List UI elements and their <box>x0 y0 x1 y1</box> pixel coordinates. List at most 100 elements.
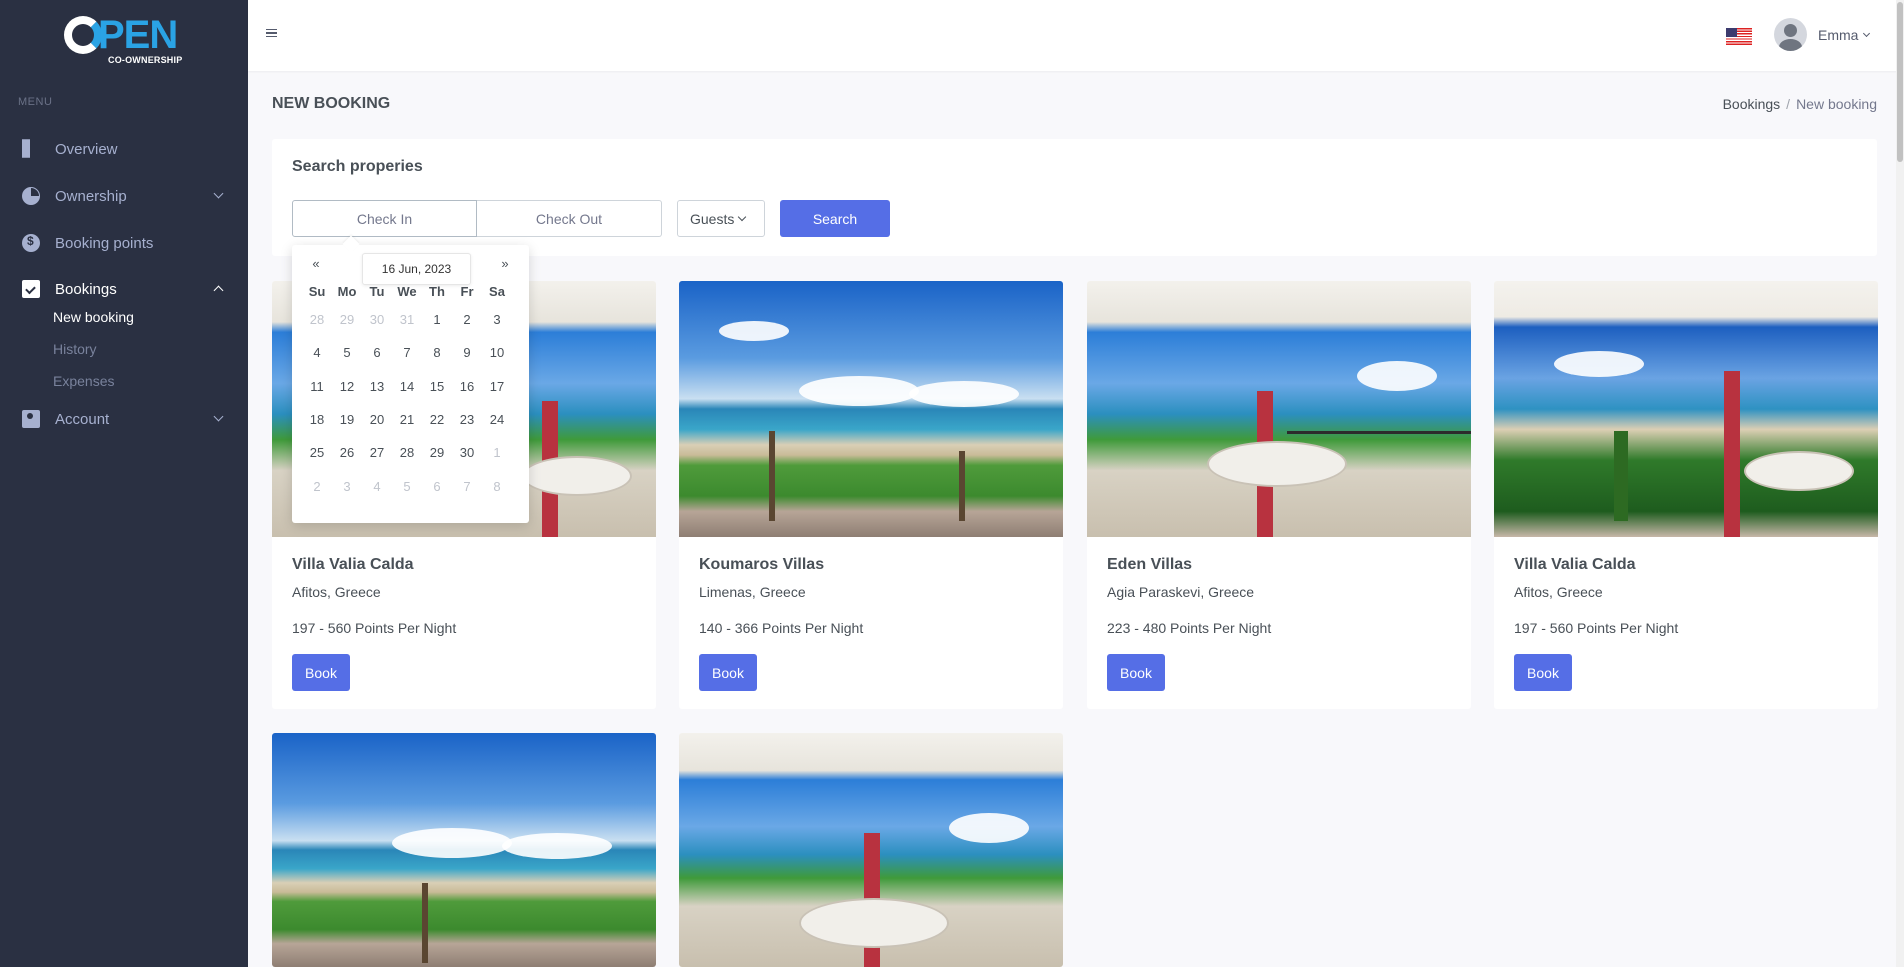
calendar-day[interactable]: 2 <box>302 469 332 502</box>
calendar-day[interactable]: 4 <box>362 469 392 502</box>
calendar-day[interactable]: 7 <box>392 336 422 369</box>
book-button[interactable]: Book <box>292 654 350 691</box>
calendar-check-icon <box>22 280 40 298</box>
chevron-up-icon <box>213 285 224 296</box>
sidebar-item-label: Account <box>55 410 110 428</box>
scrollbar[interactable] <box>1896 0 1904 967</box>
calendar-day[interactable]: 15 <box>422 370 452 403</box>
property-name: Villa Valia Calda <box>292 556 414 573</box>
calendar-day[interactable]: 27 <box>362 436 392 469</box>
calendar-day[interactable]: 6 <box>362 336 392 369</box>
chevron-down-icon <box>738 212 747 221</box>
breadcrumb-bookings[interactable]: Bookings <box>1723 96 1781 112</box>
calendar-day[interactable]: 18 <box>302 403 332 436</box>
calendar-day[interactable]: 29 <box>332 303 362 336</box>
sidebar-item-bookings[interactable]: Bookings <box>0 269 248 309</box>
calendar-day[interactable]: 8 <box>422 336 452 369</box>
calendar-day[interactable]: 3 <box>332 469 362 502</box>
sidebar-subitem-history[interactable]: History <box>53 341 97 357</box>
calendar-day[interactable]: 6 <box>422 469 452 502</box>
property-image[interactable] <box>1087 281 1471 537</box>
grid-icon <box>22 139 40 158</box>
calendar-day[interactable]: 24 <box>482 403 512 436</box>
sidebar-item-label: Bookings <box>55 280 117 298</box>
search-card: Search properies Check In Check Out Gues… <box>272 139 1877 256</box>
calendar-day[interactable]: 29 <box>422 436 452 469</box>
us-flag-icon[interactable] <box>1726 28 1752 45</box>
calendar-day[interactable]: 14 <box>392 370 422 403</box>
weekday-header: Mo <box>337 283 357 299</box>
calendar-day[interactable]: 26 <box>332 436 362 469</box>
chevron-down-icon[interactable] <box>1862 29 1871 38</box>
account-icon <box>22 410 40 428</box>
calendar-day[interactable]: 28 <box>392 436 422 469</box>
brand-logo[interactable]: PEN CO-OWNERSHIP <box>64 14 184 65</box>
calendar-day[interactable]: 3 <box>482 303 512 336</box>
calendar-day[interactable]: 16 <box>452 370 482 403</box>
property-image[interactable] <box>679 733 1063 967</box>
book-button[interactable]: Book <box>1107 654 1165 691</box>
sidebar-item-overview[interactable]: Overview <box>0 129 248 169</box>
calendar-day[interactable]: 4 <box>302 336 332 369</box>
book-button[interactable]: Book <box>699 654 757 691</box>
property-points: 223 - 480 Points Per Night <box>1107 620 1272 636</box>
avatar[interactable] <box>1774 18 1807 51</box>
sidebar-item-ownership[interactable]: Ownership <box>0 176 248 216</box>
coin-icon <box>22 234 40 252</box>
pie-chart-icon <box>22 187 40 205</box>
property-points: 140 - 366 Points Per Night <box>699 620 864 636</box>
calendar-day[interactable]: 5 <box>332 336 362 369</box>
calendar-day[interactable]: 17 <box>482 370 512 403</box>
calendar-day[interactable]: 31 <box>392 303 422 336</box>
scrollbar-thumb[interactable] <box>1897 2 1903 162</box>
property-location: Afitos, Greece <box>292 584 381 600</box>
property-points: 197 - 560 Points Per Night <box>292 620 457 636</box>
calendar-day[interactable]: 1 <box>482 436 512 469</box>
sidebar-item-account[interactable]: Account <box>0 399 248 439</box>
property-location: Limenas, Greece <box>699 584 806 600</box>
sidebar-subitem-expenses[interactable]: Expenses <box>53 373 114 389</box>
calendar-day[interactable]: 20 <box>362 403 392 436</box>
property-card: Eden Villas Agia Paraskevi, Greece 223 -… <box>1087 281 1471 709</box>
calendar-day[interactable]: 12 <box>332 370 362 403</box>
calendar-day[interactable]: 8 <box>482 469 512 502</box>
property-image[interactable] <box>272 733 656 967</box>
guests-dropdown[interactable]: Guests <box>677 200 765 237</box>
calendar-day[interactable]: 7 <box>452 469 482 502</box>
calendar-day[interactable]: 22 <box>422 403 452 436</box>
property-location: Agia Paraskevi, Greece <box>1107 584 1255 600</box>
calendar-day[interactable]: 25 <box>302 436 332 469</box>
calendar-day[interactable]: 13 <box>362 370 392 403</box>
calendar-day[interactable]: 1 <box>422 303 452 336</box>
calendar-day[interactable]: 21 <box>392 403 422 436</box>
datepicker-grid: Su Mo Tu We Th Fr Sa 28 29 30 31 1 2 3 4 5 6 7 8 9 10 11 12 13 1… <box>302 279 512 503</box>
user-name[interactable]: Emma <box>1818 27 1858 43</box>
calendar-day[interactable]: 10 <box>482 336 512 369</box>
calendar-day[interactable]: 11 <box>302 370 332 403</box>
calendar-day[interactable]: 28 <box>302 303 332 336</box>
calendar-day[interactable]: 30 <box>452 436 482 469</box>
menu-toggle-icon[interactable] <box>266 29 277 37</box>
property-card <box>679 733 1063 967</box>
datepicker-prev-button[interactable]: « <box>306 256 326 271</box>
guests-label: Guests <box>690 210 735 227</box>
datepicker-next-button[interactable]: » <box>495 256 515 271</box>
menu-title: MENU <box>18 96 53 108</box>
calendar-day[interactable]: 5 <box>392 469 422 502</box>
calendar-day[interactable]: 2 <box>452 303 482 336</box>
property-image[interactable] <box>679 281 1063 537</box>
property-card <box>272 733 656 967</box>
check-in-input[interactable]: Check In <box>292 200 477 237</box>
property-points: 197 - 560 Points Per Night <box>1514 620 1679 636</box>
check-out-input[interactable]: Check Out <box>477 200 662 237</box>
property-image[interactable] <box>1494 281 1878 537</box>
book-button[interactable]: Book <box>1514 654 1572 691</box>
calendar-day[interactable]: 30 <box>362 303 392 336</box>
sidebar: PEN CO-OWNERSHIP MENU Overview Ownership… <box>0 0 248 967</box>
calendar-day[interactable]: 9 <box>452 336 482 369</box>
search-button[interactable]: Search <box>780 200 890 237</box>
sidebar-item-booking-points[interactable]: Booking points <box>0 223 248 263</box>
calendar-day[interactable]: 19 <box>332 403 362 436</box>
calendar-day[interactable]: 23 <box>452 403 482 436</box>
sidebar-subitem-new-booking[interactable]: New booking <box>53 309 134 325</box>
